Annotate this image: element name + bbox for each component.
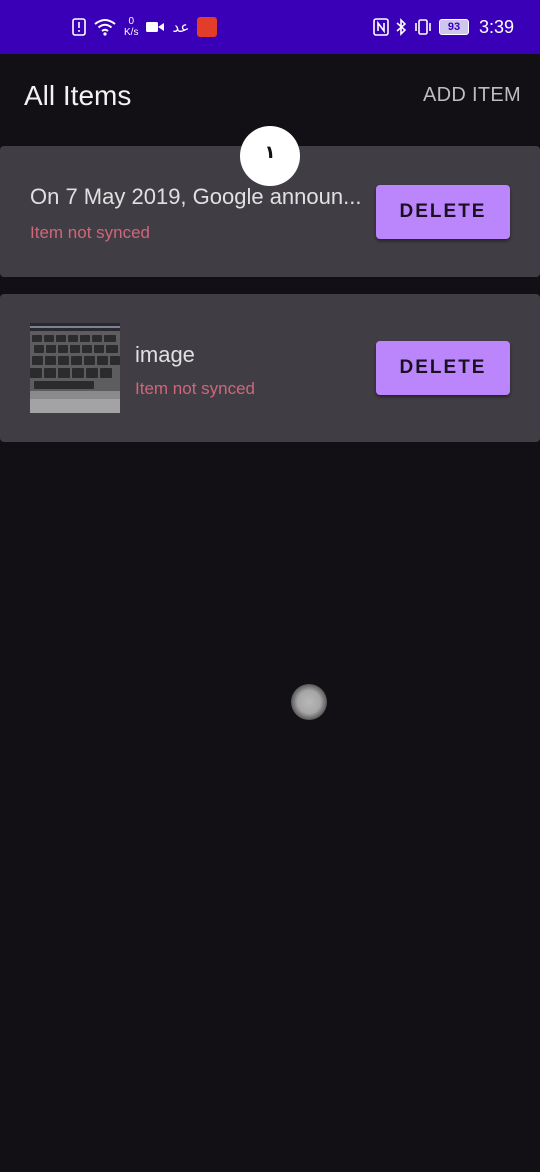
item-title: On 7 May 2019, Google announ... [30,184,362,209]
network-speed: 0 K/s [124,16,138,38]
status-bar: 0 K/s ﻋﺪ 93 3:39 [0,0,540,54]
network-speed-unit: K/s [124,27,139,38]
status-bar-left: 0 K/s ﻋﺪ [72,0,218,54]
touch-indicator [291,684,327,720]
keyboard-photo-icon [30,323,120,413]
page-title: All Items [24,80,132,111]
alert-icon [72,18,86,36]
list-item[interactable]: image Item not synced DELETE [0,294,540,442]
status-bar-right: 93 3:39 [373,0,514,54]
app-badge-icon [197,17,218,37]
bluetooth-icon [395,18,407,36]
item-thumbnail [30,323,120,413]
nfc-icon [373,18,389,36]
item-title: image [135,342,195,367]
carrier-icon: ﻋﺪ [172,19,190,36]
wifi-icon [94,18,116,36]
item-sync-status: Item not synced [135,379,256,398]
network-speed-value: 0 [128,16,134,27]
battery-icon: 93 [438,19,469,35]
vibrate-icon [413,18,433,36]
add-item-button[interactable]: ADD ITEM [423,84,521,107]
video-icon [146,21,165,33]
status-time: 3:39 [478,16,514,37]
delete-button[interactable]: DELETE [376,341,510,395]
delete-button[interactable]: DELETE [376,185,510,239]
item-sync-status: Item not synced [30,223,151,242]
tap-counter-bubble: ١ [240,126,300,186]
